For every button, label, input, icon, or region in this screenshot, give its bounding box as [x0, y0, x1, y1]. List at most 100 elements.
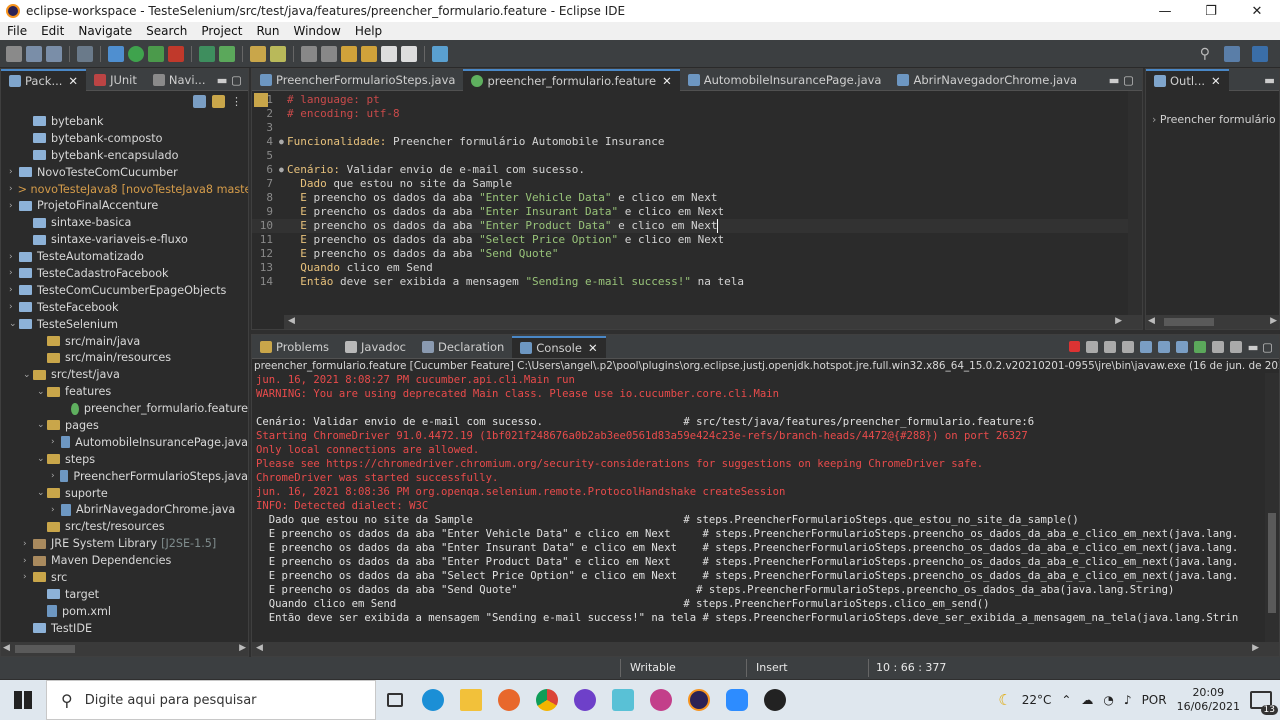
remove-launch-icon[interactable]: [1085, 340, 1098, 353]
tree-item[interactable]: ⌄ pages: [1, 417, 248, 434]
restore-button[interactable]: ❐: [1188, 0, 1234, 22]
tree-item[interactable]: ⌄ src/test/java: [1, 366, 248, 383]
chevron-down-icon[interactable]: ⌄: [37, 454, 47, 464]
link-editor-icon[interactable]: [212, 94, 225, 108]
chevron-right-icon[interactable]: ›: [23, 572, 33, 582]
chevron-down-icon[interactable]: ⌄: [9, 319, 19, 329]
taskbar-zoom[interactable]: [718, 680, 756, 720]
menu-help[interactable]: Help: [348, 24, 389, 38]
tree-item[interactable]: sintaxe-basica: [1, 214, 248, 231]
menu-navigate[interactable]: Navigate: [71, 24, 139, 38]
weather-icon[interactable]: ☾: [998, 691, 1011, 709]
code-line[interactable]: 10 E preencho os dados da aba "Enter Pro…: [252, 219, 1142, 233]
clear-console-icon[interactable]: [1121, 340, 1134, 353]
annotation-icon[interactable]: [301, 45, 317, 62]
tree-item[interactable]: bytebank: [1, 113, 248, 130]
outline-horizontal-scrollbar[interactable]: ◀ ▶: [1146, 315, 1279, 329]
terminate-icon[interactable]: [1068, 341, 1080, 352]
chevron-right-icon[interactable]: ›: [9, 302, 19, 312]
taskbar-obs[interactable]: [756, 680, 794, 720]
tree-item[interactable]: src/test/resources: [1, 518, 248, 535]
code-line[interactable]: 14 Então deve ser exibida a mensagem "Se…: [252, 275, 1142, 289]
tab-steps-java[interactable]: PreencherFormularioSteps.java: [252, 69, 463, 91]
forward-icon[interactable]: [361, 45, 377, 62]
status-insert-mode[interactable]: Insert: [756, 661, 788, 674]
open-type-icon[interactable]: [250, 45, 266, 62]
tree-item[interactable]: › ProjetoFinalAccenture: [1, 197, 248, 214]
code-line[interactable]: 11 E preencho os dados da aba "Select Pr…: [252, 233, 1142, 247]
close-icon[interactable]: ✕: [588, 341, 598, 355]
scroll-left-icon[interactable]: ◀: [288, 316, 295, 326]
next-annotation-icon[interactable]: [321, 45, 337, 62]
code-line[interactable]: 7 Dado que estou no site da Sample: [252, 177, 1142, 191]
taskbar-edge[interactable]: [414, 680, 452, 720]
tree-item[interactable]: › PreencherFormularioSteps.java: [1, 468, 248, 485]
new-icon[interactable]: [6, 45, 22, 62]
weather-temperature[interactable]: 22°C: [1022, 693, 1052, 707]
scroll-left-icon[interactable]: ◀: [1148, 316, 1155, 326]
notifications-icon[interactable]: 13: [1250, 691, 1278, 715]
code-line[interactable]: 5: [252, 149, 1142, 163]
tree-item[interactable]: bytebank-composto: [1, 130, 248, 147]
code-line[interactable]: 13 Quando clico em Send: [252, 261, 1142, 275]
tree-item[interactable]: › AbrirNavegadorChrome.java: [1, 501, 248, 518]
search-icon[interactable]: ⚲: [1200, 46, 1210, 62]
scroll-thumb[interactable]: [1164, 318, 1214, 326]
menu-window[interactable]: Window: [286, 24, 347, 38]
scroll-thumb[interactable]: [1268, 513, 1276, 613]
tree-item[interactable]: target: [1, 586, 248, 603]
console-horizontal-scrollbar[interactable]: ◀ ▶: [252, 642, 1279, 656]
code-line[interactable]: 1 # language: pt: [252, 93, 1142, 107]
console-output[interactable]: jun. 16, 2021 8:08:27 PM cucumber.api.cl…: [252, 373, 1279, 633]
tree-item[interactable]: › NovoTesteComCucumber: [1, 164, 248, 181]
scroll-right-icon[interactable]: ▶: [1252, 643, 1259, 653]
chevron-down-icon[interactable]: ⌄: [37, 488, 47, 498]
task-view-button[interactable]: [376, 680, 414, 720]
outline-item[interactable]: › Preencher formulário A: [1146, 91, 1279, 126]
tab-outline[interactable]: Outl... ✕: [1146, 69, 1229, 91]
taskbar-eclipse[interactable]: [680, 680, 718, 720]
code-line[interactable]: 6 ● Cenário: Validar envio de e-mail com s…: [252, 163, 1142, 177]
taskbar-explorer[interactable]: [452, 680, 490, 720]
tree-item[interactable]: src/main/resources: [1, 349, 248, 366]
pin-console-icon[interactable]: [1193, 340, 1206, 353]
tab-problems[interactable]: Problems: [252, 336, 337, 358]
chevron-right-icon[interactable]: ›: [51, 505, 61, 515]
taskbar-search[interactable]: ⚲ Digite aqui para pesquisar: [46, 680, 376, 720]
taskbar-github[interactable]: [566, 680, 604, 720]
start-button[interactable]: [0, 680, 46, 720]
new-java-project-icon[interactable]: [199, 45, 215, 62]
menu-edit[interactable]: Edit: [34, 24, 71, 38]
tree-item[interactable]: › Maven Dependencies: [1, 552, 248, 569]
chevron-right-icon[interactable]: ›: [1152, 113, 1156, 126]
tree-item[interactable]: › TesteComCucumberEpageObjects: [1, 282, 248, 299]
tree-item[interactable]: src/main/java: [1, 333, 248, 350]
chevron-down-icon[interactable]: ⌄: [23, 370, 33, 380]
show-stdout-icon[interactable]: [1175, 340, 1188, 353]
perspective-icon[interactable]: [432, 45, 448, 62]
input-language[interactable]: POR: [1142, 693, 1167, 707]
taskbar-notepad[interactable]: [604, 680, 642, 720]
minimize-view-icon[interactable]: ▬ ▢: [1248, 340, 1273, 354]
new-class-icon[interactable]: [219, 45, 235, 62]
tab-page-java[interactable]: AutomobileInsurancePage.java: [680, 69, 890, 91]
tree-item[interactable]: › > novoTesteJava8 [novoTesteJava8 master]: [1, 181, 248, 198]
maximize-editor-icon[interactable]: ▬ ▢: [1109, 73, 1142, 87]
code-line[interactable]: 9 E preencho os dados da aba "Enter Insu…: [252, 205, 1142, 219]
tree-item[interactable]: › TesteAutomatizado: [1, 248, 248, 265]
tree-item[interactable]: ⌄ TesteSelenium: [1, 316, 248, 333]
chevron-down-icon[interactable]: ⌄: [37, 420, 47, 430]
chevron-right-icon[interactable]: ›: [51, 471, 60, 481]
scroll-right-icon[interactable]: ▶: [1115, 316, 1122, 326]
tree-item[interactable]: › TesteFacebook: [1, 299, 248, 316]
tree-item[interactable]: ⌄ steps: [1, 451, 248, 468]
tab-package-explorer[interactable]: Pack... ✕: [1, 69, 87, 91]
tree-item[interactable]: pom.xml: [1, 603, 248, 620]
console-vertical-scrollbar[interactable]: [1265, 373, 1279, 642]
taskbar-chrome[interactable]: [528, 680, 566, 720]
debug-icon[interactable]: [108, 45, 124, 62]
code-line[interactable]: 12 E preencho os dados da aba "Send Quot…: [252, 247, 1142, 261]
close-icon[interactable]: ✕: [1211, 74, 1221, 88]
network-icon[interactable]: ◔: [1103, 693, 1113, 707]
close-icon[interactable]: ✕: [662, 74, 672, 88]
